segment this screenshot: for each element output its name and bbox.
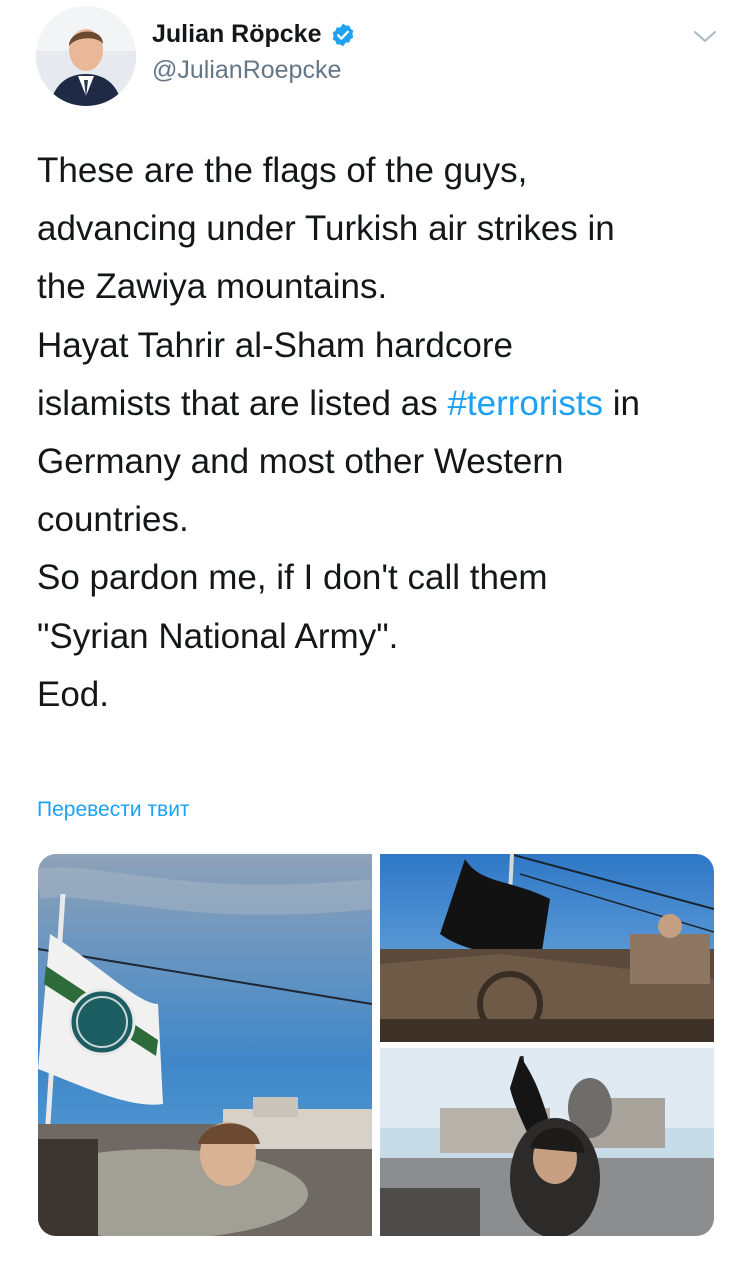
tweet-text-segment: islamists that are listed as bbox=[37, 383, 438, 423]
tweet-text-line: So pardon me, if I don't call them bbox=[37, 558, 548, 598]
tweet-text-line: "Syrian National Army". bbox=[37, 616, 399, 656]
media-photo-1[interactable] bbox=[38, 854, 372, 1236]
tweet-text-line: the Zawiya mountains. bbox=[37, 267, 388, 307]
media-photo-3[interactable] bbox=[380, 1048, 714, 1236]
author-name-row[interactable]: Julian Röpcke bbox=[152, 20, 356, 49]
hashtag-link[interactable]: #terrorists bbox=[447, 384, 603, 423]
author-handle[interactable]: @JulianRoepcke bbox=[152, 56, 341, 85]
author-display-name[interactable]: Julian Röpcke bbox=[152, 20, 322, 49]
tweet-text-segment: in bbox=[612, 383, 641, 423]
tweet-header: Julian Röpcke @JulianRoepcke bbox=[0, 0, 750, 120]
chevron-down-icon[interactable] bbox=[690, 24, 720, 48]
tweet-text-line: Germany and most other Western bbox=[37, 442, 564, 482]
tweet-text-line: countries. bbox=[37, 500, 189, 540]
photo-fighters-image bbox=[380, 1048, 714, 1236]
tweet-text-line: Eod. bbox=[37, 674, 109, 714]
avatar-image bbox=[36, 6, 136, 106]
photo-flag-image bbox=[38, 854, 372, 1236]
translate-tweet-link[interactable]: Перевести твит bbox=[37, 798, 190, 822]
media-photo-2[interactable] bbox=[380, 854, 714, 1042]
tweet-text-line: Hayat Tahrir al-Sham hardcore bbox=[37, 325, 513, 365]
verified-badge-icon bbox=[332, 23, 353, 46]
tweet-text-line: advancing under Turkish air strikes in bbox=[37, 209, 615, 249]
tweet-text: These are the flags of the guys, advanci… bbox=[37, 142, 727, 724]
photo-tank-black-flag-image bbox=[380, 854, 714, 1042]
tweet-text-line: These are the flags of the guys, bbox=[37, 151, 528, 190]
media-grid bbox=[38, 854, 714, 1236]
tweet-text-line: islamists that are listed as #terrorists… bbox=[37, 375, 727, 433]
avatar[interactable] bbox=[36, 6, 136, 106]
